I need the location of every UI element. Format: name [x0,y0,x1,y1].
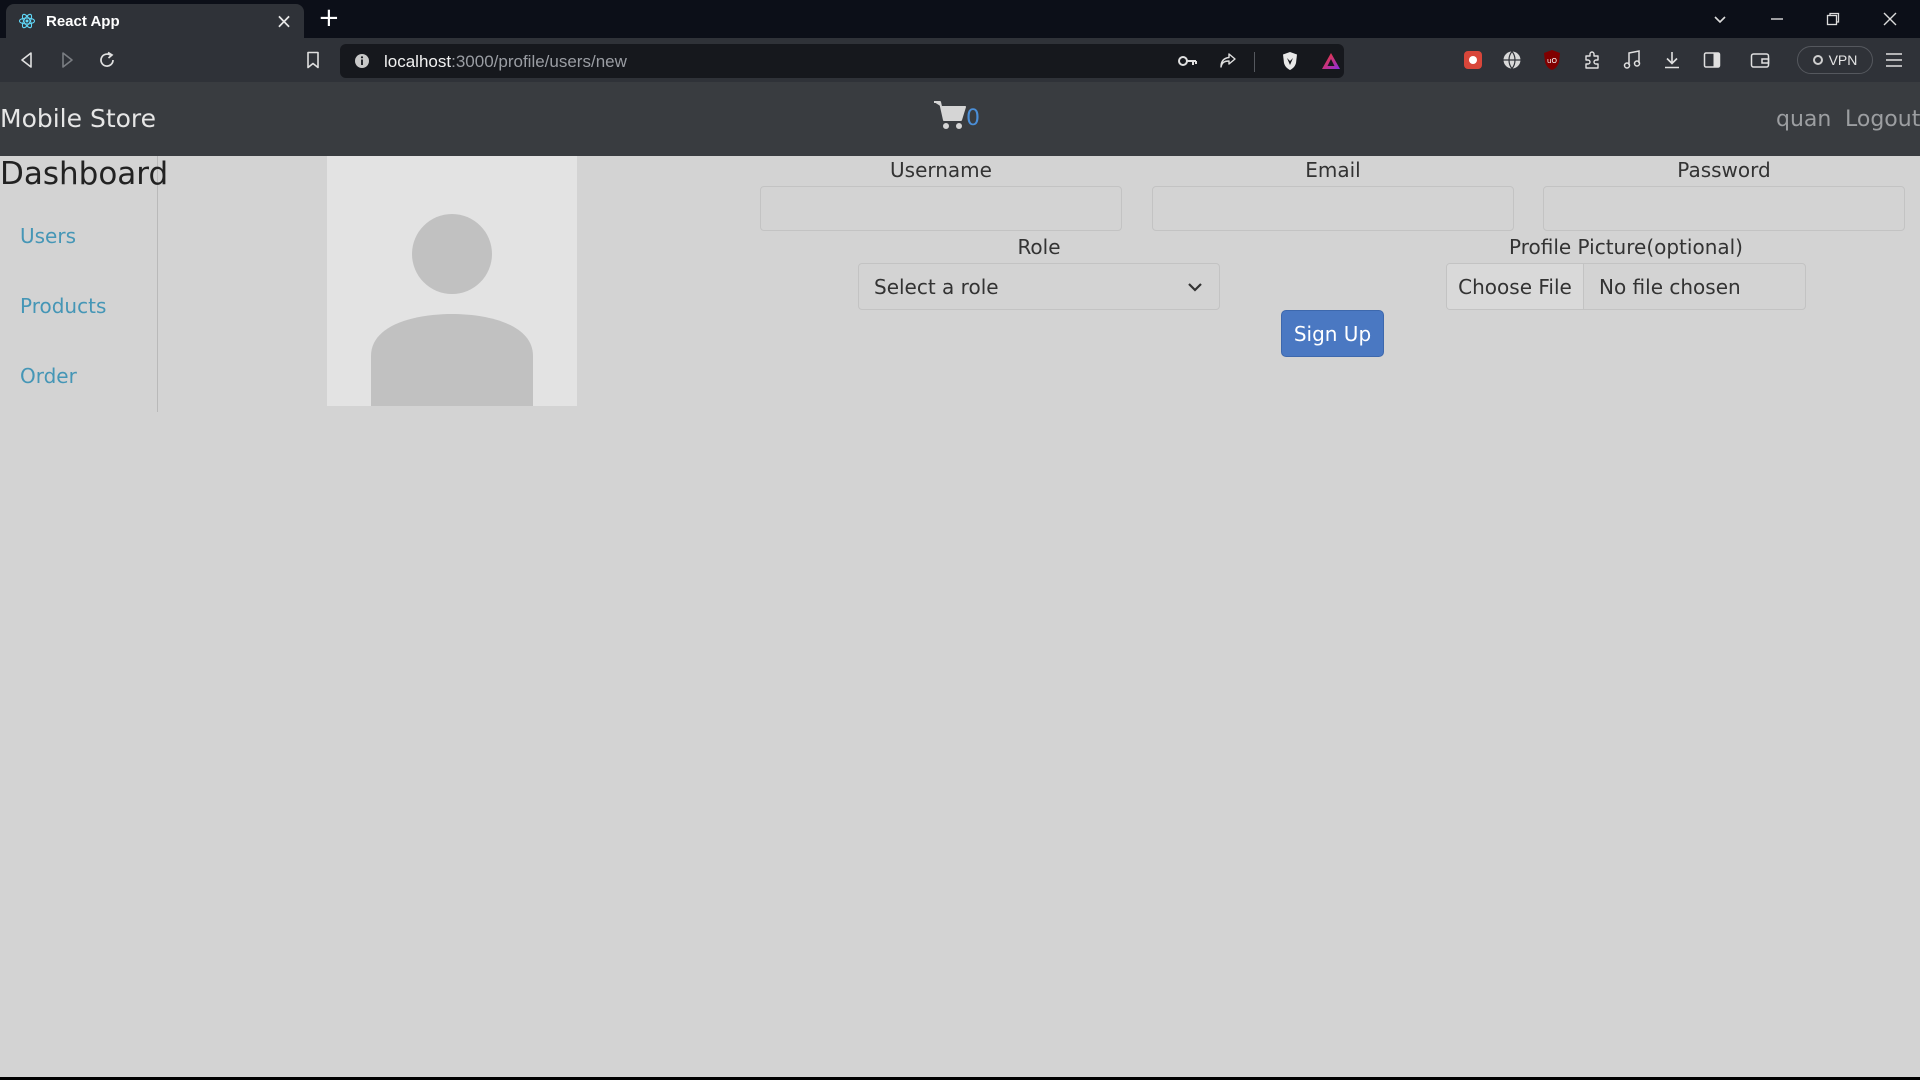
dashboard-sidebar: Dashboard Users Products Order [0,156,168,412]
username-input[interactable] [760,186,1122,231]
tab-title: React App [46,12,120,30]
vpn-status-icon [1812,55,1823,65]
choose-file-button[interactable]: Choose File [1447,264,1584,309]
browser-tab[interactable]: React App × [6,4,304,38]
cart-button[interactable]: 0 [934,100,980,130]
extensions-puzzle-icon[interactable] [1580,48,1604,72]
shopping-cart-icon [934,101,966,129]
browser-toolbar: localhost:3000/profile/users/new uO VPN [0,38,1920,82]
password-input[interactable] [1543,186,1905,231]
app-navbar: Mobile Store 0 quan Logout [0,82,1920,156]
address-bar[interactable]: localhost:3000/profile/users/new [340,44,1344,78]
forward-icon[interactable] [55,48,79,72]
svg-text:uO: uO [1547,57,1557,65]
profile-picture-file-input[interactable]: Choose File No file chosen [1446,263,1806,310]
menu-icon[interactable] [1882,48,1906,72]
vpn-label: VPN [1828,52,1858,68]
profile-picture-label: Profile Picture(optional) [1509,235,1743,259]
role-select[interactable]: Select a role [858,263,1220,310]
minimize-icon[interactable] [1757,6,1797,32]
site-info-icon[interactable] [354,53,370,69]
cart-count-badge: 0 [966,106,980,131]
sidebar-item-order[interactable]: Order [20,364,77,388]
password-label: Password [1677,158,1771,182]
url-text: localhost:3000/profile/users/new [384,52,627,71]
dashboard-title: Dashboard [0,156,169,192]
sidebar-item-products[interactable]: Products [20,294,106,318]
brave-rewards-icon[interactable] [1319,49,1343,73]
chevron-down-icon [1188,283,1202,292]
role-label: Role [1017,235,1061,259]
username-label: Username [890,158,992,182]
brand-logo-text[interactable]: Mobile Store [0,104,156,133]
sign-up-button[interactable]: Sign Up [1281,310,1384,357]
sidebar-item-users[interactable]: Users [20,224,76,248]
user-silhouette-icon [371,214,533,406]
wallet-icon[interactable] [1748,48,1772,72]
browser-tab-strip: React App × + [0,0,1920,38]
nav-username-link[interactable]: quan [1776,107,1831,132]
close-window-icon[interactable] [1870,6,1910,32]
react-icon [18,13,36,29]
download-icon[interactable] [1660,48,1684,72]
tab-search-icon[interactable] [1700,6,1740,32]
divider [1254,52,1255,72]
back-icon[interactable] [15,48,39,72]
email-input[interactable] [1152,186,1514,231]
avatar-placeholder [327,156,577,406]
new-tab-button[interactable]: + [318,4,340,32]
extension-red-icon[interactable] [1461,48,1485,72]
globe-icon[interactable] [1500,48,1524,72]
key-icon[interactable] [1176,49,1200,73]
bookmark-icon[interactable] [301,48,325,72]
no-file-text: No file chosen [1599,274,1741,299]
reload-icon[interactable] [95,48,119,72]
email-label: Email [1305,158,1361,182]
role-selected-value: Select a role [874,275,999,299]
tab-close-icon[interactable]: × [272,9,296,33]
vpn-button[interactable]: VPN [1797,46,1873,74]
sidebar-toggle-icon[interactable] [1700,48,1724,72]
share-icon[interactable] [1216,49,1240,73]
media-music-icon[interactable] [1620,48,1644,72]
logout-link[interactable]: Logout [1845,107,1920,132]
ublock-icon[interactable]: uO [1540,48,1564,72]
brave-shield-icon[interactable] [1278,49,1302,73]
restore-icon[interactable] [1813,6,1853,32]
